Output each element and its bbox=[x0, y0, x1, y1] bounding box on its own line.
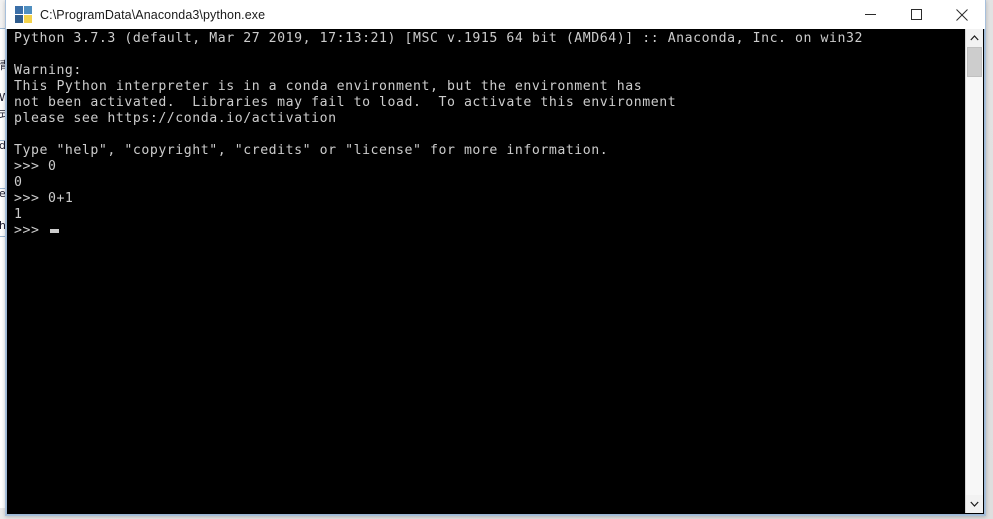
console-line: 1 bbox=[14, 207, 23, 222]
console-text: Python 3.7.3 (default, Mar 27 2019, 17:1… bbox=[14, 31, 962, 514]
close-icon bbox=[956, 8, 968, 21]
scrollbar-track[interactable] bbox=[966, 47, 983, 495]
minimize-button[interactable] bbox=[847, 0, 893, 29]
window-title: C:\ProgramData\Anaconda3\python.exe bbox=[40, 7, 266, 22]
console-output-area[interactable]: Python 3.7.3 (default, Mar 27 2019, 17:1… bbox=[6, 29, 985, 515]
maximize-button[interactable] bbox=[893, 0, 939, 29]
title-bar[interactable]: C:\ProgramData\Anaconda3\python.exe bbox=[6, 0, 985, 30]
prompt-text: >>> bbox=[14, 223, 48, 238]
chevron-up-icon bbox=[970, 35, 979, 41]
text-cursor bbox=[49, 229, 59, 233]
console-line: please see https://conda.io/activation bbox=[14, 111, 337, 126]
chevron-down-icon bbox=[970, 501, 979, 507]
maximize-icon bbox=[910, 9, 922, 20]
vertical-scrollbar[interactable] bbox=[965, 29, 983, 513]
scrollbar-up-button[interactable] bbox=[966, 29, 983, 47]
console-prompt-line[interactable]: >>> bbox=[14, 223, 962, 239]
console-line: >>> 0 bbox=[14, 159, 57, 174]
console-line: Python 3.7.3 (default, Mar 27 2019, 17:1… bbox=[14, 31, 863, 46]
close-button[interactable] bbox=[939, 0, 985, 29]
scrollbar-down-button[interactable] bbox=[966, 495, 983, 513]
scrollbar-thumb[interactable] bbox=[967, 47, 982, 77]
console-line: 0 bbox=[14, 175, 23, 190]
minimize-icon bbox=[864, 14, 876, 15]
console-line: not been activated. Libraries may fail t… bbox=[14, 95, 677, 110]
console-line: This Python interpreter is in a conda en… bbox=[14, 79, 643, 94]
console-line: Type "help", "copyright", "credits" or "… bbox=[14, 143, 609, 158]
console-line: Warning: bbox=[14, 63, 82, 78]
python-console-window: C:\ProgramData\Anaconda3\python.exe Pyth… bbox=[5, 0, 986, 516]
console-line: >>> 0+1 bbox=[14, 191, 74, 206]
python-icon bbox=[15, 6, 32, 23]
